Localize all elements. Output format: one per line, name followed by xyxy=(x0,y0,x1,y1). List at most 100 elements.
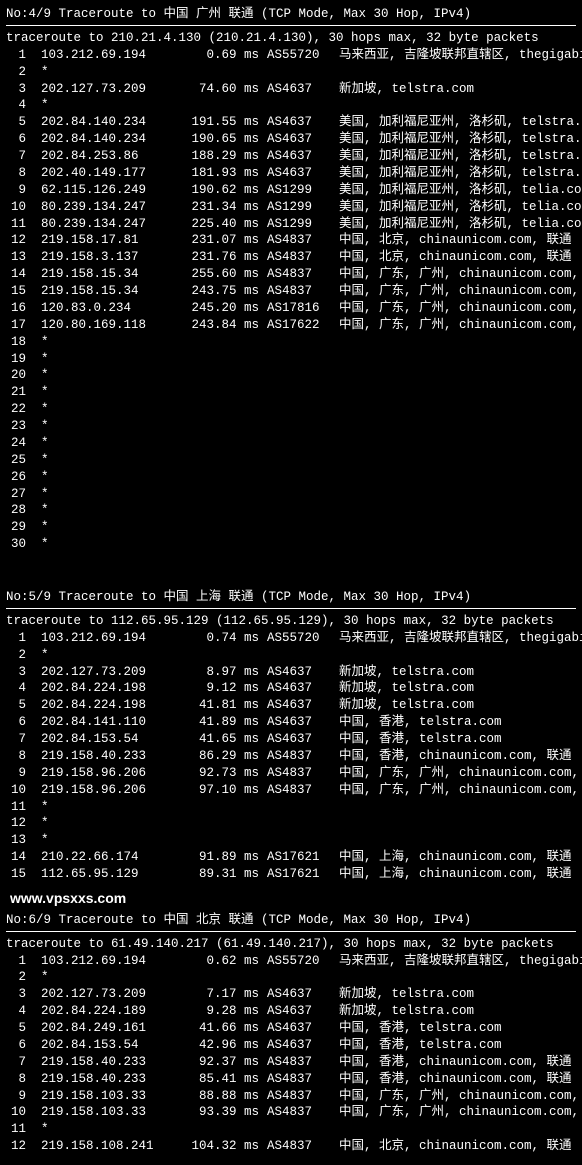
trace-hop: 14 219.158.15.34255.60 msAS4837中国, 广东, 广… xyxy=(6,266,576,283)
hop-latency: 89.31 ms xyxy=(175,866,259,883)
hop-asn: AS4637 xyxy=(267,697,331,714)
hop-location: 中国, 广东, 广州, chinaunicom.com, 联通 xyxy=(339,1104,582,1121)
hop-location: 中国, 广东, 广州, chinaunicom.com, 联通 xyxy=(339,765,582,782)
hop-number: 5 xyxy=(6,114,26,131)
hop-location: 中国, 广东, 广州, chinaunicom.com, 联通 xyxy=(339,300,582,317)
trace-hop: 4 * xyxy=(6,97,576,114)
hop-location: 美国, 加利福尼亚州, 洛杉矶, telia.com xyxy=(339,182,582,199)
divider xyxy=(6,25,576,26)
hop-latency: 85.41 ms xyxy=(175,1071,259,1088)
hop-number: 13 xyxy=(6,832,26,849)
trace-hop: 27 * xyxy=(6,486,576,503)
hop-ip: 120.80.169.118 xyxy=(41,317,175,334)
trace-hop: 9 219.158.103.3388.88 msAS4837中国, 广东, 广州… xyxy=(6,1088,576,1105)
hop-asn: AS4637 xyxy=(267,131,331,148)
hop-latency: 88.88 ms xyxy=(175,1088,259,1105)
hop-ip: 219.158.103.33 xyxy=(41,1104,175,1121)
trace-hop: 14 210.22.66.17491.89 msAS17621中国, 上海, c… xyxy=(6,849,576,866)
trace-hop: 19 * xyxy=(6,351,576,368)
hop-location: 中国, 广东, 广州, chinaunicom.com, 联通 xyxy=(339,317,582,334)
hop-ip: * xyxy=(41,418,175,435)
trace-subheader: traceroute to 61.49.140.217 (61.49.140.2… xyxy=(6,936,576,953)
hop-location: 美国, 加利福尼亚州, 洛杉矶, telstra.com xyxy=(339,148,582,165)
hop-ip: 210.22.66.174 xyxy=(41,849,175,866)
trace-hop: 26 * xyxy=(6,469,576,486)
trace-hop: 5 202.84.249.16141.66 msAS4637中国, 香港, te… xyxy=(6,1020,576,1037)
hop-ip: 202.84.224.198 xyxy=(41,680,175,697)
hop-asn: AS4837 xyxy=(267,782,331,799)
trace-hop: 1 103.212.69.1940.74 msAS55720马来西亚, 吉隆坡联… xyxy=(6,630,576,647)
hop-ip: 202.127.73.209 xyxy=(41,81,175,98)
hop-ip: 202.84.153.54 xyxy=(41,731,175,748)
hop-asn: AS17621 xyxy=(267,866,331,883)
hop-number: 18 xyxy=(6,334,26,351)
hop-latency: 0.69 ms xyxy=(175,47,259,64)
hop-asn: AS4837 xyxy=(267,1104,331,1121)
hop-ip: 219.158.96.206 xyxy=(41,765,175,782)
hop-latency: 245.20 ms xyxy=(175,300,259,317)
hop-location: 中国, 上海, chinaunicom.com, 联通 xyxy=(339,866,572,883)
trace-hop: 6 202.84.153.5442.96 msAS4637中国, 香港, tel… xyxy=(6,1037,576,1054)
divider xyxy=(6,608,576,609)
trace-hop: 15 219.158.15.34243.75 msAS4837中国, 广东, 广… xyxy=(6,283,576,300)
hop-asn: AS55720 xyxy=(267,953,331,970)
hop-latency: 243.75 ms xyxy=(175,283,259,300)
hop-ip: 219.158.40.233 xyxy=(41,1071,175,1088)
hop-number: 9 xyxy=(6,182,26,199)
trace-hop: 12 * xyxy=(6,815,576,832)
hop-asn: AS4837 xyxy=(267,765,331,782)
hop-latency: 97.10 ms xyxy=(175,782,259,799)
trace-hop: 11 * xyxy=(6,1121,576,1138)
hop-number: 3 xyxy=(6,81,26,98)
hop-number: 5 xyxy=(6,697,26,714)
hop-ip: 219.158.96.206 xyxy=(41,782,175,799)
hop-latency: 190.62 ms xyxy=(175,182,259,199)
trace-hop: 7 219.158.40.23392.37 msAS4837中国, 香港, ch… xyxy=(6,1054,576,1071)
hop-ip: 202.84.249.161 xyxy=(41,1020,175,1037)
hop-asn: AS4837 xyxy=(267,1138,331,1155)
hop-latency: 93.39 ms xyxy=(175,1104,259,1121)
hop-number: 15 xyxy=(6,283,26,300)
trace-hop: 5 202.84.224.19841.81 msAS4637新加坡, telst… xyxy=(6,697,576,714)
trace-hop: 22 * xyxy=(6,401,576,418)
hop-ip: 219.158.40.233 xyxy=(41,1054,175,1071)
trace-hop: 10 219.158.96.20697.10 msAS4837中国, 广东, 广… xyxy=(6,782,576,799)
hop-number: 15 xyxy=(6,866,26,883)
hop-latency: 91.89 ms xyxy=(175,849,259,866)
hop-asn: AS4837 xyxy=(267,283,331,300)
trace-subheader: traceroute to 112.65.95.129 (112.65.95.1… xyxy=(6,613,576,630)
hop-location: 中国, 上海, chinaunicom.com, 联通 xyxy=(339,849,572,866)
hop-location: 中国, 北京, chinaunicom.com, 联通 xyxy=(339,1138,572,1155)
trace-hop: 10 80.239.134.247231.34 msAS1299美国, 加利福尼… xyxy=(6,199,576,216)
hop-number: 23 xyxy=(6,418,26,435)
divider xyxy=(6,931,576,932)
trace-block-header: No:6/9 Traceroute to 中国 北京 联通 (TCP Mode,… xyxy=(6,912,576,929)
hop-number: 12 xyxy=(6,815,26,832)
hop-latency: 86.29 ms xyxy=(175,748,259,765)
hop-asn: AS17622 xyxy=(267,317,331,334)
hop-location: 美国, 加利福尼亚州, 洛杉矶, telia.com xyxy=(339,199,582,216)
hop-latency: 0.62 ms xyxy=(175,953,259,970)
trace-hop: 7 202.84.253.86188.29 msAS4637美国, 加利福尼亚州… xyxy=(6,148,576,165)
trace-subheader: traceroute to 210.21.4.130 (210.21.4.130… xyxy=(6,30,576,47)
hop-number: 8 xyxy=(6,165,26,182)
hop-number: 3 xyxy=(6,664,26,681)
hop-asn: AS4837 xyxy=(267,249,331,266)
hop-number: 9 xyxy=(6,765,26,782)
hop-location: 新加坡, telstra.com xyxy=(339,697,474,714)
hop-ip: 219.158.40.233 xyxy=(41,748,175,765)
hop-number: 8 xyxy=(6,1071,26,1088)
trace-block-header: No:5/9 Traceroute to 中国 上海 联通 (TCP Mode,… xyxy=(6,589,576,606)
hop-ip: 202.84.224.189 xyxy=(41,1003,175,1020)
hop-number: 12 xyxy=(6,232,26,249)
hop-location: 中国, 广东, 广州, chinaunicom.com, 联通 xyxy=(339,782,582,799)
terminal-output: { "watermark": "www.vpsxxs.com", "blocks… xyxy=(0,0,582,1165)
hop-latency: 190.65 ms xyxy=(175,131,259,148)
hop-asn: AS4637 xyxy=(267,986,331,1003)
hop-latency: 225.40 ms xyxy=(175,216,259,233)
hop-number: 11 xyxy=(6,216,26,233)
hop-location: 新加坡, telstra.com xyxy=(339,680,474,697)
hop-asn: AS4837 xyxy=(267,1071,331,1088)
trace-hop: 11 80.239.134.247225.40 msAS1299美国, 加利福尼… xyxy=(6,216,576,233)
hop-latency: 243.84 ms xyxy=(175,317,259,334)
